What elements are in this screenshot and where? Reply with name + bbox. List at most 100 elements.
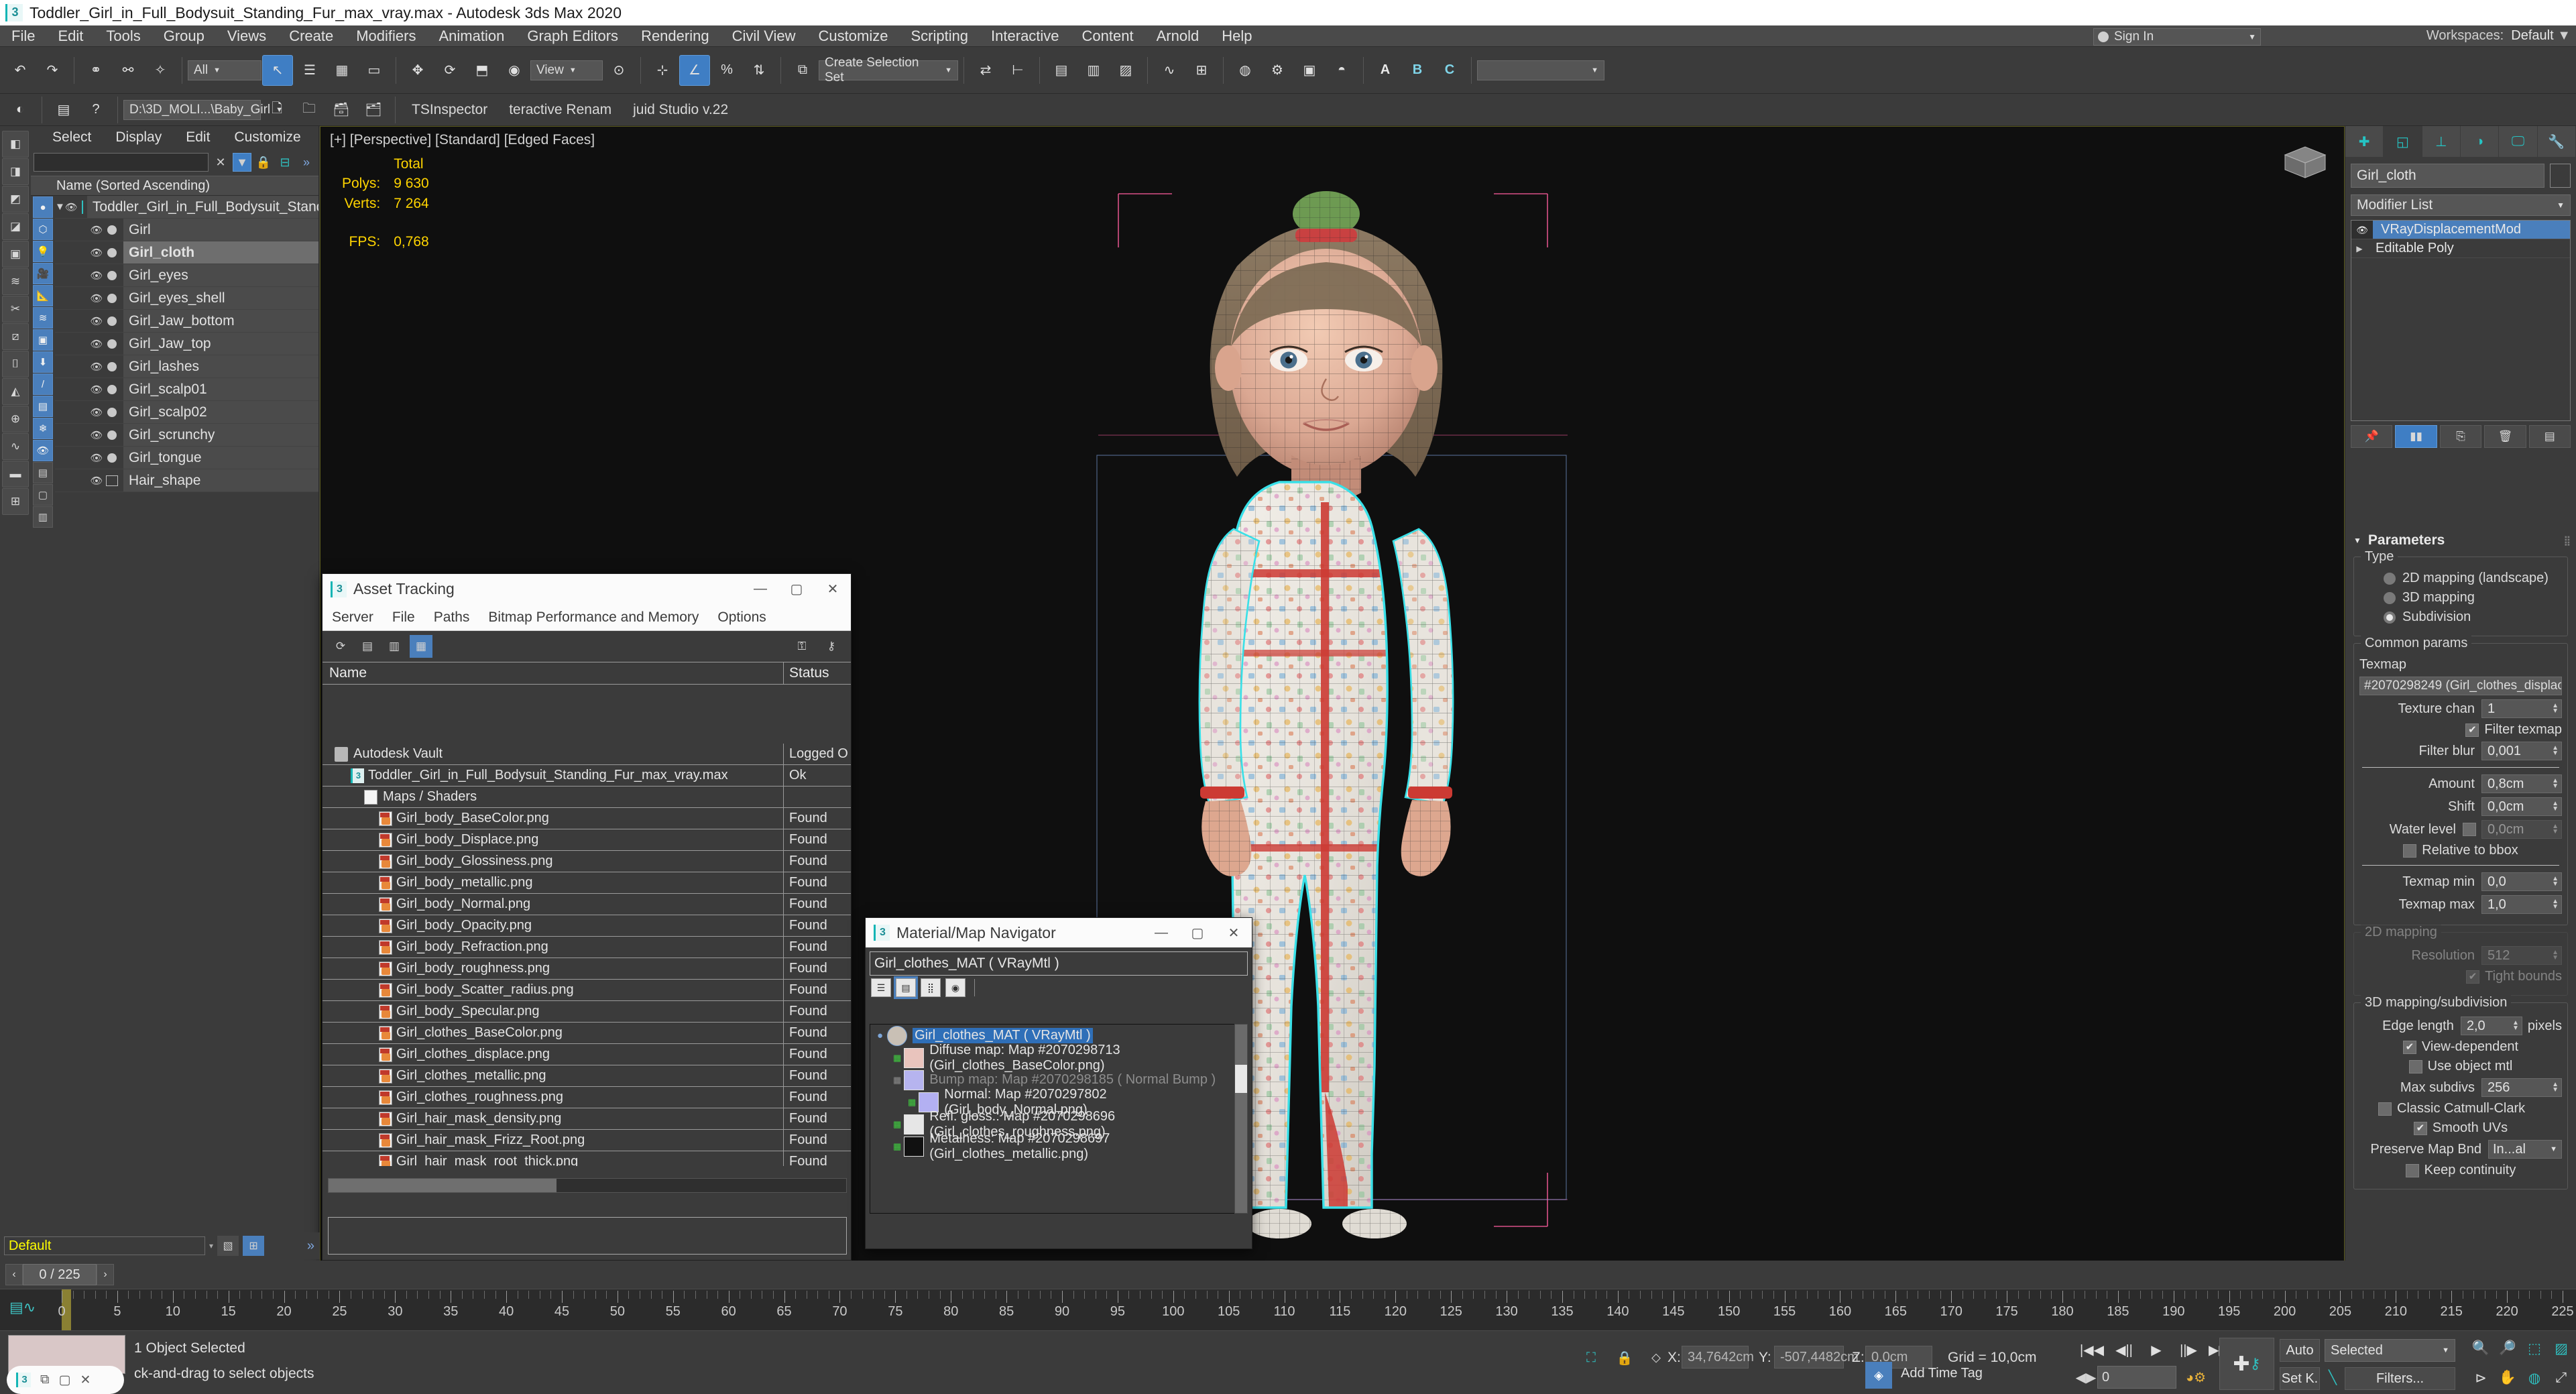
texmap-min-spinner[interactable]: 0,0 ▲ ▼: [2481, 872, 2562, 891]
select-by-name-icon[interactable]: ☰: [294, 55, 325, 86]
maximize-icon[interactable]: ▢: [1179, 918, 1216, 948]
tool-chamfer-icon[interactable]: ◭: [2, 378, 29, 405]
key-filter-selection-dropdown[interactable]: Selected ▼: [2325, 1339, 2455, 1362]
at-menu-paths[interactable]: Paths: [424, 609, 479, 626]
select-object-icon[interactable]: ↖: [262, 54, 293, 86]
set-project-icon[interactable]: ▤: [48, 95, 79, 125]
material-tree-item-metalness[interactable]: ▦ Metalness: Map #2070298697 (Girl_cloth…: [870, 1131, 1247, 1161]
menu-help[interactable]: Help: [1210, 25, 1263, 47]
zoom-region-icon[interactable]: ▨: [2548, 1335, 2575, 1362]
scene-item-girl-eyes[interactable]: 👁 Girl_eyes: [55, 264, 318, 287]
text-tool-a-icon[interactable]: A: [1370, 55, 1401, 86]
material-editor-icon[interactable]: ◍: [1230, 55, 1261, 86]
filter-space-warps-icon[interactable]: ≋: [33, 307, 53, 329]
refresh-icon[interactable]: ⟳: [329, 635, 352, 658]
classic-catmull-row[interactable]: Classic Catmull-Clark: [2359, 1101, 2562, 1116]
max-subdivs-spinner[interactable]: 256 ▲ ▼: [2481, 1078, 2562, 1097]
large-icon-view-icon[interactable]: ◉: [945, 978, 965, 997]
placement-icon[interactable]: ◉: [499, 55, 530, 86]
material-tree[interactable]: ● Girl_clothes_MAT ( VRayMtl ) ▦ Diffuse…: [870, 1024, 1248, 1214]
table-row[interactable]: Girl_clothes_metallic.png Found: [323, 1065, 851, 1087]
scene-item-girl-scalp01[interactable]: 👁 Girl_scalp01: [55, 378, 318, 401]
visibility-eye-icon[interactable]: 👁: [65, 201, 78, 213]
menu-create[interactable]: Create: [278, 25, 345, 47]
tool-grow-icon[interactable]: ⊞: [2, 488, 29, 515]
scene-item-hair-shape[interactable]: 👁 Hair_shape: [55, 469, 318, 492]
taskbar-preview-pill[interactable]: 3 ⧉ ▢ ✕: [7, 1366, 124, 1394]
time-configuration-icon[interactable]: ◕⚙: [2183, 1364, 2209, 1390]
se-menu-select[interactable]: Select: [40, 129, 103, 146]
go-to-start-icon[interactable]: |◀◀: [2079, 1338, 2105, 1362]
table-row[interactable]: Girl_clothes_roughness.png Found: [323, 1087, 851, 1108]
visibility-eye-icon[interactable]: 👁: [90, 270, 103, 282]
at-col-name[interactable]: Name: [323, 662, 784, 684]
texmap-slot[interactable]: #2070298249 (Girl_clothes_displace.: [2359, 677, 2562, 695]
tool-element-icon[interactable]: ▣: [2, 241, 29, 268]
scene-item-girl[interactable]: 👁 Girl: [55, 219, 318, 241]
field-of-view-icon[interactable]: ⊳: [2467, 1364, 2494, 1391]
open-folder-icon[interactable]: 🗀: [294, 95, 325, 125]
visibility-eye-icon[interactable]: 👁: [90, 224, 103, 236]
menu-scripting[interactable]: Scripting: [899, 25, 980, 47]
scene-explorer-layers-icon[interactable]: ⊞: [243, 1236, 265, 1256]
absolute-relative-mode-icon[interactable]: ⬦: [1644, 1347, 1668, 1369]
table-row[interactable]: Girl_hair_mask_Frizz_Root.png Found: [323, 1130, 851, 1151]
view-list-icon[interactable]: ▤: [33, 462, 53, 483]
table-row[interactable]: Girl_body_roughness.png Found: [323, 958, 851, 980]
menu-content[interactable]: Content: [1071, 25, 1145, 47]
scene-item-girl-jaw-bottom[interactable]: 👁 Girl_Jaw_bottom: [55, 310, 318, 333]
vertical-scrollbar[interactable]: [1234, 1024, 1248, 1214]
table-row[interactable]: Girl_body_Refraction.png Found: [323, 937, 851, 958]
scrollbar-thumb[interactable]: [329, 1179, 557, 1192]
make-unique-button[interactable]: ⎘: [2439, 425, 2482, 448]
tight-bounds-row[interactable]: ✔ Tight bounds: [2359, 969, 2562, 984]
create-tab[interactable]: ✚: [2345, 126, 2384, 157]
next-frame-button[interactable]: ›: [97, 1264, 114, 1285]
scene-converter-icon[interactable]: ◐: [5, 95, 36, 125]
tool-vertex-icon[interactable]: ◩: [2, 186, 29, 213]
hierarchy-toggle-icon[interactable]: ⊟: [276, 153, 294, 172]
zoom-extents-icon[interactable]: ⬚: [2521, 1335, 2548, 1362]
rect-select-icon[interactable]: ▦: [327, 55, 357, 86]
layer-manager-icon[interactable]: ▧: [217, 1236, 239, 1256]
scene-explorer-icon[interactable]: ▥: [1078, 55, 1109, 86]
select-link-icon[interactable]: ⚭: [80, 55, 111, 86]
expand-triangle-icon[interactable]: ▼: [55, 201, 65, 213]
menu-edit[interactable]: Edit: [46, 25, 95, 47]
edit-named-selection-icon[interactable]: ⧉: [787, 55, 818, 86]
object-name-field[interactable]: [2351, 164, 2544, 188]
redo-icon[interactable]: ↷: [37, 55, 68, 86]
smooth-uvs-row[interactable]: ✔ Smooth UVs: [2359, 1120, 2562, 1136]
current-material-field[interactable]: Girl_clothes_MAT ( VRayMtl ): [870, 951, 1248, 976]
show-end-result-button[interactable]: ▮▮: [2395, 425, 2437, 448]
maximize-viewport-icon[interactable]: ⤢: [2548, 1364, 2575, 1391]
mirror-icon[interactable]: ⇄: [970, 55, 1001, 86]
filter-helpers-icon[interactable]: 📐: [33, 285, 53, 306]
spinner-snap-icon[interactable]: ⇅: [744, 55, 774, 86]
percent-snap-icon[interactable]: %: [711, 55, 742, 86]
spinner-arrows-icon[interactable]: ▲ ▼: [2552, 949, 2559, 962]
spinner-arrows-icon[interactable]: ▲ ▼: [2512, 1020, 2519, 1032]
remove-modifier-button[interactable]: 🗑: [2484, 425, 2526, 448]
chevron-down-icon[interactable]: ▾: [209, 1241, 213, 1251]
configure-sets-button[interactable]: ▤: [2528, 425, 2571, 448]
filter-shapes-icon[interactable]: ⬡: [33, 219, 53, 240]
relative-bbox-row[interactable]: Relative to bbox: [2359, 843, 2562, 858]
current-frame-field[interactable]: 0: [2097, 1366, 2176, 1389]
object-color-swatch[interactable]: [2550, 164, 2571, 188]
table-row[interactable]: Autodesk Vault Logged O: [323, 744, 851, 765]
modifier-stack-item-vray-displacement[interactable]: 👁 VRayDisplacementMod: [2351, 221, 2570, 239]
scrollbar-thumb[interactable]: [1235, 1065, 1247, 1093]
render-frame-icon[interactable]: ▣: [1294, 55, 1325, 86]
table-row[interactable]: Girl_clothes_BaseColor.png Found: [323, 1023, 851, 1044]
menu-civil-view[interactable]: Civil View: [721, 25, 807, 47]
menu-group[interactable]: Group: [152, 25, 216, 47]
pivot-icon[interactable]: ⊙: [603, 55, 634, 86]
visibility-eye-icon[interactable]: 👁: [90, 429, 103, 441]
more-options-icon[interactable]: »: [297, 153, 316, 172]
water-level-checkbox-icon[interactable]: [2463, 823, 2476, 836]
key-tangent-icon[interactable]: ╲: [2324, 1366, 2341, 1389]
scene-item-girl-lashes[interactable]: 👁 Girl_lashes: [55, 355, 318, 378]
view-detail-icon[interactable]: ▥: [33, 506, 53, 528]
tool-swift-loop-icon[interactable]: ≋: [2, 268, 29, 295]
